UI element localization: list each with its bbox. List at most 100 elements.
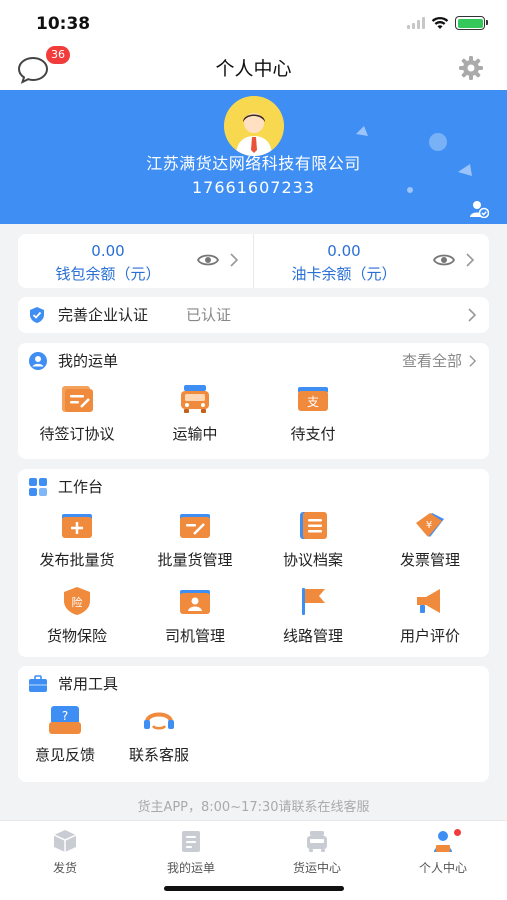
svg-text:险: 险 [72,595,83,609]
agreement-archive-icon [300,512,327,539]
grid-item-label: 发布批量货 [39,551,115,569]
status-icons [407,16,488,30]
status-time: 10:38 [36,14,91,34]
section-title: 常用工具 [58,675,119,693]
grid-item-label: 线路管理 [282,627,343,645]
grid-item-label: 待签订协议 [39,425,115,443]
driver-icon [180,590,210,614]
grid-item-label: 联系客服 [128,746,189,764]
workbench-card: 工作台 发布批量货 批量货管理 协议档案 ¥ 发票管理 险 货物保险 司机管理 … [18,469,489,657]
grid-item-label: 司机管理 [164,627,225,645]
chevron-right-icon [468,308,477,322]
chevron-right-icon [469,354,477,367]
order-in-transit[interactable]: 运输中 [136,383,254,444]
route-management[interactable]: 线路管理 [254,585,372,646]
profile-icon [434,831,452,852]
wifi-icon [431,16,449,29]
section-header: 我的运单 [28,350,118,371]
cargo-manage-icon [180,514,210,538]
waybill-icon [182,831,200,852]
agreement-archive[interactable]: 协议档案 [254,509,372,570]
balance-card: 0.00 钱包余额（元） 0.00 油卡余额（元） [18,234,489,288]
box-icon [53,830,77,852]
cellular-signal-icon [407,17,425,29]
my-orders-card: 我的运单 查看全部 待签订协议 运输中 支 待支付 [18,343,489,459]
company-name: 江苏满货达网络科技有限公司 [146,154,361,173]
enterprise-auth-row[interactable]: 完善企业认证 已认证 [18,297,489,333]
wallet-balance[interactable]: 0.00 钱包余额（元） [18,234,253,288]
eye-icon[interactable] [433,252,455,268]
cargo-insurance[interactable]: 险 货物保险 [18,585,136,646]
user-reviews[interactable]: 用户评价 [371,585,489,646]
user-avatar-icon [224,96,284,156]
eye-icon[interactable] [197,252,219,268]
cargo-management[interactable]: 批量货管理 [136,509,254,570]
grid-item-label: 用户评价 [399,627,460,645]
chevron-right-icon [466,253,475,267]
publish-cargo[interactable]: 发布批量货 [18,509,136,570]
contact-support[interactable]: 联系客服 [100,704,218,765]
order-pending-contract[interactable]: 待签订协议 [18,383,136,444]
grid-item-label: 待支付 [290,425,336,443]
tab-profile[interactable]: 个人中心 [380,829,506,876]
grid-item-label: 批量货管理 [157,551,233,569]
user-circle-icon [29,351,47,370]
status-bar: 10:38 [0,0,507,44]
grid-apps-icon [29,477,47,496]
service-hours-tip: 货主APP，8:00~17:30请联系在线客服 [137,800,370,815]
view-all-link[interactable]: 查看全部 [402,350,477,371]
common-tools-card: 常用工具 ? 意见反馈 联系客服 [18,666,489,782]
balance-amount: 0.00 [91,242,125,260]
notification-dot [454,829,461,836]
order-pending-payment[interactable]: 支 待支付 [254,383,372,444]
home-indicator [164,886,344,891]
settings-button[interactable] [457,54,485,82]
insurance-icon: 险 [64,587,90,615]
freight-center-icon [307,831,327,852]
tab-label: 货运中心 [292,861,341,875]
grid-item-label: 货物保险 [46,627,107,645]
megaphone-icon [417,589,440,613]
balance-label: 油卡余额（元） [291,265,397,283]
balance-label: 钱包余额（元） [55,265,161,283]
toolbox-icon [29,674,47,692]
tab-label: 个人中心 [418,861,467,875]
view-all-label: 查看全部 [401,352,462,370]
gear-icon [459,56,483,80]
contract-icon [62,386,93,412]
account-switch-button[interactable] [469,200,490,219]
grid-item-label: 运输中 [172,425,218,443]
feedback-icon: ? [49,706,81,734]
section-header: 常用工具 [28,673,118,694]
battery-icon [455,16,488,30]
invoice-icon: ¥ [416,513,444,537]
section-title: 工作台 [58,478,104,496]
avatar[interactable] [224,96,284,156]
auth-title: 完善企业认证 [58,306,149,324]
truck-icon [181,385,209,413]
balance-amount: 0.00 [327,242,361,260]
section-header: 工作台 [28,476,103,497]
shield-check-icon [30,307,44,323]
user-check-icon [470,201,490,219]
customer-service-icon [144,712,174,730]
payment-icon: 支 [298,387,328,411]
tab-my-waybills[interactable]: 我的运单 [128,829,254,876]
auth-status: 已认证 [186,306,232,324]
svg-text:¥: ¥ [426,520,432,531]
invoice-management[interactable]: ¥ 发票管理 [371,509,489,570]
fuel-card-balance[interactable]: 0.00 油卡余额（元） [253,234,489,288]
tab-ship[interactable]: 发货 [2,829,128,876]
tab-label: 我的运单 [166,861,215,875]
section-title: 我的运单 [58,352,119,370]
publish-cargo-icon [62,514,92,538]
grid-item-label: 协议档案 [282,551,343,569]
nav-bar: 36 个人中心 [0,44,507,90]
grid-item-label: 发票管理 [399,551,460,569]
driver-management[interactable]: 司机管理 [136,585,254,646]
svg-text:?: ? [62,709,68,723]
profile-header: 江苏满货达网络科技有限公司 17661607233 [0,90,507,224]
tab-freight-center[interactable]: 货运中心 [254,829,380,876]
chevron-right-icon [230,253,239,267]
route-flag-icon [302,588,325,615]
